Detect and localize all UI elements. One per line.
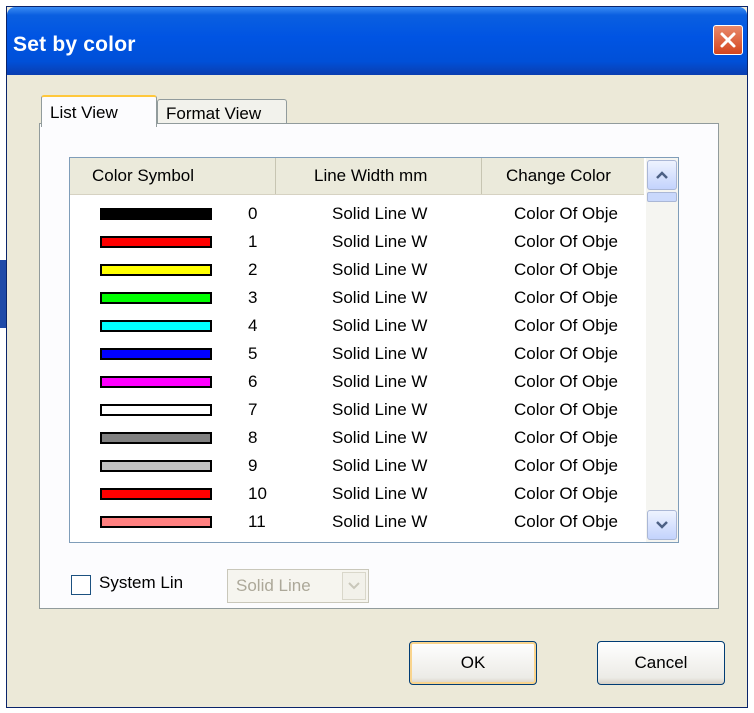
list-row[interactable]: 5 Solid Line W Color Of Obje xyxy=(70,342,644,370)
color-index: 10 xyxy=(248,484,267,503)
line-width-cell[interactable]: Solid Line W xyxy=(332,484,450,504)
color-swatch xyxy=(100,264,212,276)
color-swatch xyxy=(100,320,212,332)
scrollbar-thumb[interactable] xyxy=(647,192,677,202)
scroll-down-button[interactable] xyxy=(647,510,677,540)
change-color-cell[interactable]: Color Of Obje xyxy=(514,484,630,504)
color-swatch xyxy=(100,460,212,472)
change-color-cell[interactable]: Color Of Obje xyxy=(514,372,630,392)
change-color-cell[interactable]: Color Of Obje xyxy=(514,400,630,420)
list-row[interactable]: 2 Solid Line W Color Of Obje xyxy=(70,258,644,286)
change-color-cell[interactable]: Color Of Obje xyxy=(514,232,630,252)
change-color-cell[interactable]: Color Of Obje xyxy=(514,204,630,224)
line-width-cell[interactable]: Solid Line W xyxy=(332,456,450,476)
line-width-cell[interactable]: Solid Line W xyxy=(332,400,450,420)
list-header: Color Symbol Line Width mm Change Color xyxy=(70,158,644,195)
list-row[interactable]: 6 Solid Line W Color Of Obje xyxy=(70,370,644,398)
chevron-down-icon xyxy=(348,582,360,590)
system-line-select-value: Solid Line xyxy=(236,576,311,595)
color-index: 8 xyxy=(248,428,258,447)
color-swatch xyxy=(100,432,212,444)
line-width-cell[interactable]: Solid Line W xyxy=(332,260,450,280)
list-row[interactable]: 11 Solid Line W Color Of Obje xyxy=(70,510,644,538)
color-index: 5 xyxy=(248,344,258,363)
list-row[interactable]: 4 Solid Line W Color Of Obje xyxy=(70,314,644,342)
color-index: 3 xyxy=(248,288,258,307)
line-width-cell[interactable]: Solid Line W xyxy=(332,316,450,336)
scroll-up-arrow-icon xyxy=(656,171,668,179)
color-index: 6 xyxy=(248,372,258,391)
color-index: 1 xyxy=(248,232,258,251)
change-color-cell[interactable]: Color Of Obje xyxy=(514,316,630,336)
scroll-down-arrow-icon xyxy=(656,521,668,529)
change-color-cell[interactable]: Color Of Obje xyxy=(514,260,630,280)
color-index: 2 xyxy=(248,260,258,279)
line-width-cell[interactable]: Solid Line W xyxy=(332,288,450,308)
color-swatch xyxy=(100,236,212,248)
system-line-dropdown-button xyxy=(342,572,366,600)
change-color-cell[interactable]: Color Of Obje xyxy=(514,512,630,532)
list-row[interactable]: 10 Solid Line W Color Of Obje xyxy=(70,482,644,510)
color-swatch xyxy=(100,292,212,304)
line-width-cell[interactable]: Solid Line W xyxy=(332,344,450,364)
line-width-cell[interactable]: Solid Line W xyxy=(332,512,450,532)
color-index: 11 xyxy=(248,512,266,531)
dialog-window: Set by color Format View List View Color… xyxy=(6,6,748,708)
tab-format-view[interactable]: Format View xyxy=(157,99,287,125)
background-window-edge xyxy=(0,260,6,328)
close-button[interactable] xyxy=(713,25,743,55)
list-row[interactable]: 7 Solid Line W Color Of Obje xyxy=(70,398,644,426)
line-width-cell[interactable]: Solid Line W xyxy=(332,232,450,252)
system-line-checkbox[interactable] xyxy=(71,575,91,595)
line-width-cell[interactable]: Solid Line W xyxy=(332,204,450,224)
color-index: 9 xyxy=(248,456,258,475)
system-line-label: System Lin xyxy=(99,573,184,592)
close-icon xyxy=(720,32,736,48)
change-color-cell[interactable]: Color Of Obje xyxy=(514,344,630,364)
list-row[interactable]: 1 Solid Line W Color Of Obje xyxy=(70,230,644,258)
scroll-up-button[interactable] xyxy=(647,160,677,190)
list-row[interactable]: 3 Solid Line W Color Of Obje xyxy=(70,286,644,314)
list-row[interactable]: 8 Solid Line W Color Of Obje xyxy=(70,426,644,454)
color-list-view[interactable]: Color Symbol Line Width mm Change Color … xyxy=(69,157,679,543)
cancel-button[interactable]: Cancel xyxy=(597,641,725,685)
change-color-cell[interactable]: Color Of Obje xyxy=(514,456,630,476)
line-width-cell[interactable]: Solid Line W xyxy=(332,372,450,392)
color-index: 7 xyxy=(248,400,258,419)
color-swatch xyxy=(100,488,212,500)
change-color-cell[interactable]: Color Of Obje xyxy=(514,288,630,308)
tab-list-view[interactable]: List View xyxy=(41,95,157,127)
dialog-title: Set by color xyxy=(13,33,136,56)
color-swatch xyxy=(100,376,212,388)
line-width-cell[interactable]: Solid Line W xyxy=(332,428,450,448)
tab-label: Format View xyxy=(166,104,262,123)
list-row[interactable]: 0 Solid Line W Color Of Obje xyxy=(70,202,644,230)
color-swatch xyxy=(100,404,212,416)
tab-label: List View xyxy=(50,103,118,122)
column-header-line-width[interactable]: Line Width mm xyxy=(276,158,482,194)
color-swatch xyxy=(100,348,212,360)
system-line-select: Solid Line xyxy=(227,569,369,603)
color-swatch xyxy=(100,516,212,528)
column-header-change-color[interactable]: Change Color xyxy=(482,158,644,194)
color-index: 0 xyxy=(248,204,258,223)
column-header-color-symbol[interactable]: Color Symbol xyxy=(70,158,276,194)
title-bar[interactable]: Set by color xyxy=(7,7,747,75)
ok-button[interactable]: OK xyxy=(409,641,537,685)
list-row[interactable]: 9 Solid Line W Color Of Obje xyxy=(70,454,644,482)
change-color-cell[interactable]: Color Of Obje xyxy=(514,428,630,448)
vertical-scrollbar[interactable] xyxy=(646,158,678,542)
color-swatch xyxy=(100,208,212,220)
color-index: 4 xyxy=(248,316,258,335)
